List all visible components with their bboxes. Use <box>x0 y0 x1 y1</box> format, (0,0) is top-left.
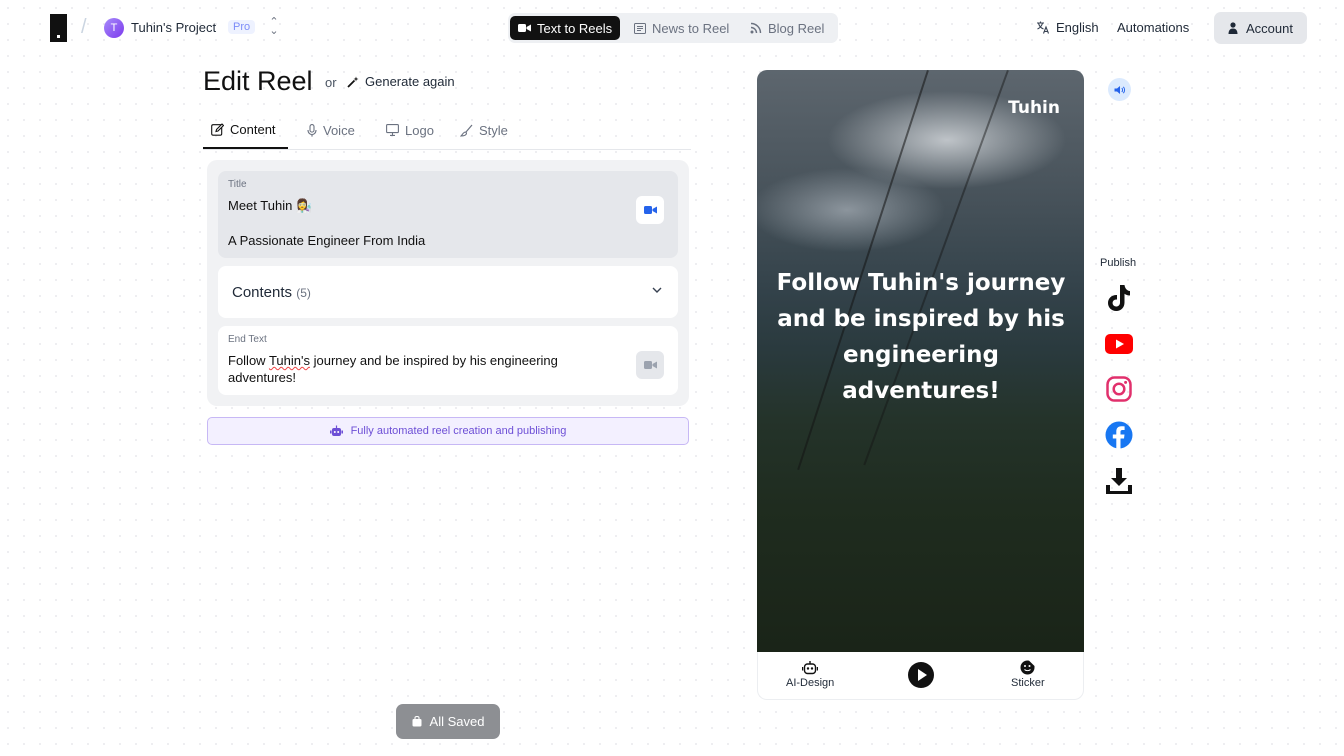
video-camera-icon <box>518 24 531 32</box>
chevron-down-icon[interactable] <box>652 285 662 295</box>
tab-label: Content <box>230 121 276 137</box>
tab-style[interactable]: Style <box>452 111 516 149</box>
save-status-label: All Saved <box>429 714 485 729</box>
top-bar: / T Tuhin's Project Pro ⌃ ⌄ Text to Reels… <box>0 0 1344 56</box>
tiktok-icon <box>1108 285 1130 311</box>
save-status-button[interactable]: All Saved <box>396 704 500 739</box>
save-bag-icon <box>412 716 422 727</box>
editor-tabs: Content Voice Logo Style <box>203 111 691 150</box>
end-text-value[interactable]: Follow Tuhin's journey and be inspired b… <box>228 352 608 386</box>
tab-label: Style <box>479 122 508 138</box>
sticker-button[interactable]: Sticker <box>1011 660 1045 689</box>
project-switcher-icon[interactable]: ⌃ ⌄ <box>268 17 280 37</box>
tab-label: Voice <box>323 122 355 138</box>
publish-instagram-button[interactable] <box>1105 375 1133 403</box>
instagram-icon <box>1106 376 1132 402</box>
title-text[interactable]: Meet Tuhin 👩‍🔬 <box>228 198 312 214</box>
user-icon <box>1228 22 1238 34</box>
tab-voice[interactable]: Voice <box>299 111 363 149</box>
mode-news-to-reel[interactable]: News to Reel <box>626 16 737 40</box>
monitor-icon <box>386 124 399 136</box>
contents-count: (5) <box>296 286 311 300</box>
automation-banner[interactable]: Fully automated reel creation and publis… <box>207 417 689 445</box>
tab-label: Logo <box>405 122 434 138</box>
ai-design-button[interactable]: AI-Design <box>786 660 834 689</box>
contents-title: Contents <box>232 284 293 301</box>
title-field[interactable]: Title Meet Tuhin 👩‍🔬 A Passionate Engine… <box>218 171 678 258</box>
subtitle-text[interactable]: A Passionate Engineer From India <box>228 233 425 248</box>
end-text-media-button[interactable] <box>636 351 664 379</box>
project-name[interactable]: Tuhin's Project <box>131 20 216 35</box>
end-text-label: End Text <box>228 334 267 345</box>
mode-label: Text to Reels <box>537 20 613 36</box>
magic-wand-icon <box>347 76 359 88</box>
contents-label: Contents (5) <box>232 284 311 301</box>
brush-icon <box>460 124 473 137</box>
account-button[interactable]: Account <box>1214 12 1307 44</box>
microphone-icon <box>307 123 317 136</box>
download-icon <box>1106 468 1132 494</box>
mode-blog-reel[interactable]: Blog Reel <box>742 16 832 40</box>
publish-youtube-button[interactable] <box>1105 330 1133 358</box>
language-selector[interactable]: English <box>1036 20 1099 35</box>
youtube-icon <box>1105 334 1133 354</box>
newspaper-icon <box>634 22 646 34</box>
publish-facebook-button[interactable] <box>1105 421 1133 449</box>
mode-tabs: Text to Reels News to Reel Blog Reel <box>508 13 838 43</box>
publish-label: Publish <box>1100 257 1137 269</box>
tab-logo[interactable]: Logo <box>378 111 442 149</box>
preview-caption: Follow Tuhin's journey and be inspired b… <box>776 270 1066 404</box>
language-label: English <box>1056 20 1099 35</box>
title-media-button[interactable] <box>636 196 664 224</box>
robot-icon <box>329 425 343 436</box>
content-panel: Title Meet Tuhin 👩‍🔬 A Passionate Engine… <box>207 160 689 406</box>
or-label: or <box>325 75 337 90</box>
misspelled-word: Tuhin's <box>268 353 310 368</box>
breadcrumb-separator: / <box>81 16 87 38</box>
page-title: Edit Reel <box>203 66 313 96</box>
automations-link[interactable]: Automations <box>1117 20 1189 35</box>
mode-text-to-reels[interactable]: Text to Reels <box>510 16 621 40</box>
speaker-icon <box>1114 85 1125 94</box>
pencil-icon <box>211 122 224 136</box>
rss-icon <box>750 22 762 34</box>
tab-content[interactable]: Content <box>203 111 288 149</box>
plan-badge: Pro <box>228 20 256 34</box>
mode-label: Blog Reel <box>768 20 825 36</box>
generate-again-label: Generate again <box>365 74 455 89</box>
preview-toolbar: AI-Design Sticker <box>757 652 1084 700</box>
account-label: Account <box>1246 20 1293 36</box>
contents-accordion[interactable]: Contents (5) <box>218 266 678 318</box>
play-button[interactable] <box>908 662 934 688</box>
sound-toggle-button[interactable] <box>1108 78 1131 101</box>
sticker-label: Sticker <box>1011 677 1045 689</box>
ai-design-label: AI-Design <box>786 677 835 689</box>
sticker-icon <box>1020 660 1035 675</box>
title-field-label: Title <box>228 179 247 190</box>
video-camera-icon <box>643 206 657 214</box>
facebook-icon <box>1105 421 1133 449</box>
robot-icon <box>802 661 819 675</box>
publish-tiktok-button[interactable] <box>1105 284 1133 312</box>
translate-icon <box>1037 21 1050 34</box>
download-button[interactable] <box>1105 467 1133 495</box>
mode-label: News to Reel <box>652 20 730 36</box>
generate-again-button[interactable]: Generate again <box>347 74 455 89</box>
video-camera-icon <box>643 361 657 369</box>
end-text-field[interactable]: End Text Follow Tuhin's journey and be i… <box>218 326 678 395</box>
preview-watermark: Tuhin <box>1008 98 1060 118</box>
app-logo[interactable] <box>50 14 67 42</box>
end-text-part: Follow <box>228 353 269 368</box>
automation-banner-text: Fully automated reel creation and publis… <box>350 425 567 437</box>
project-avatar[interactable]: T <box>104 18 124 38</box>
reel-preview[interactable]: Tuhin Follow Tuhin's journey and be insp… <box>757 70 1084 652</box>
